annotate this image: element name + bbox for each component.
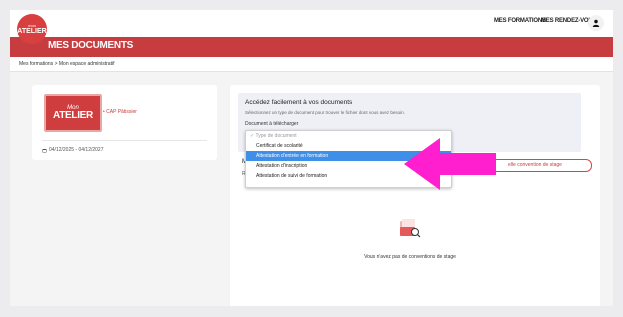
documents-title: Accédez facilement à vos documents [245, 99, 353, 106]
user-account-button[interactable] [588, 15, 604, 31]
user-icon [592, 19, 600, 27]
main-content: Mon ATELIER • CAP Pâtissier 04/12/2025 -… [10, 72, 613, 306]
breadcrumb-bar: Mes formations > Mon espace administrati… [10, 57, 613, 72]
magenta-arrow-annotation [404, 138, 496, 190]
formation-card: Mon ATELIER • CAP Pâtissier 04/12/2025 -… [32, 85, 217, 160]
divider [42, 140, 207, 141]
formation-dates-text: 04/12/2025 - 04/12/2027 [49, 147, 104, 153]
documents-help-text: Sélectionnez un type de document pour tr… [245, 110, 405, 115]
page-banner: MES DOCUMENTS [10, 37, 613, 57]
empty-state-text: Vous n'avez pas de conventions de stage [364, 254, 456, 260]
mon-atelier-logo[interactable]: mon ATELIER [17, 14, 47, 44]
page-title: MES DOCUMENTS [48, 40, 133, 51]
nav-mes-formations[interactable]: MES FORMATIONS [494, 18, 546, 24]
top-navigation: MES FORMATIONS MES RENDEZ-VOUS [10, 10, 613, 37]
formation-logo: Mon ATELIER [44, 94, 102, 132]
formation-dates: 04/12/2025 - 04/12/2027 [42, 147, 104, 153]
documents-card: Accédez facilement à vos documents Sélec… [230, 85, 600, 306]
document-search-icon [400, 219, 421, 238]
document-select-label: Document à télécharger [245, 121, 299, 127]
formation-name[interactable]: • CAP Pâtissier [103, 109, 137, 115]
logo-atelier-text: ATELIER [17, 27, 47, 35]
formation-logo-atelier: ATELIER [53, 110, 93, 121]
app-window: MES FORMATIONS MES RENDEZ-VOUS mon ATELI… [10, 10, 613, 306]
breadcrumb[interactable]: Mes formations > Mon espace administrati… [19, 61, 114, 67]
calendar-icon [42, 148, 47, 152]
